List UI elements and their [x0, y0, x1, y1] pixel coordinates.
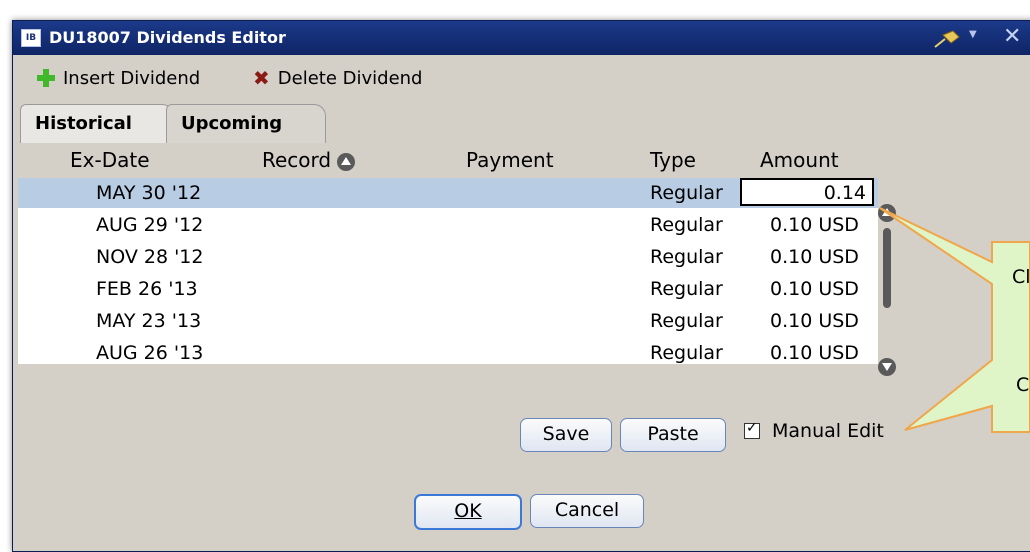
amount-edit-field[interactable]: 0.14: [740, 178, 874, 206]
window-title: DU18007 Dividends Editor: [49, 28, 286, 47]
table-row[interactable]: NOV 28 '12 Regular 0.10 USD: [18, 242, 878, 272]
ex-date-cell: NOV 28 '12: [96, 246, 204, 268]
table-row[interactable]: MAY 30 '12 Regular 0.14: [18, 178, 878, 208]
column-record-label: Record: [262, 148, 332, 172]
manual-edit-checkbox[interactable]: [744, 420, 760, 439]
ex-date-cell: FEB 26 '13: [96, 278, 198, 300]
pin-menu-arrow-icon[interactable]: ▼: [969, 29, 977, 40]
column-payment[interactable]: Payment: [466, 148, 554, 172]
ex-date-cell: AUG 26 '13: [96, 342, 204, 364]
column-record[interactable]: Record: [262, 148, 356, 172]
type-cell: Regular: [650, 214, 723, 236]
delete-x-icon: ✖: [253, 66, 270, 90]
amount-cell: 0.10 USD: [770, 310, 859, 332]
ex-date-cell: AUG 29 '12: [96, 214, 204, 236]
manual-edit-label: Manual Edit: [772, 420, 884, 442]
delete-dividend-label: Delete Dividend: [277, 67, 423, 89]
insert-dividend-label: Insert Dividend: [63, 67, 201, 89]
tab-upcoming[interactable]: Upcoming: [166, 104, 326, 143]
type-cell: Regular: [650, 246, 723, 268]
type-cell: Regular: [650, 182, 723, 204]
column-type[interactable]: Type: [650, 148, 696, 172]
type-cell: Regular: [650, 310, 723, 332]
scroll-up-icon[interactable]: [878, 204, 896, 222]
callout-text-line1: Cl: [1012, 266, 1030, 288]
table-scrollbar[interactable]: [878, 204, 896, 376]
column-amount[interactable]: Amount: [760, 148, 839, 172]
amount-cell: 0.10 USD: [770, 278, 859, 300]
plus-icon: [37, 69, 55, 87]
cancel-button[interactable]: Cancel: [530, 494, 644, 528]
amount-cell: 0.10 USD: [770, 246, 859, 268]
table-row[interactable]: AUG 29 '12 Regular 0.10 USD: [18, 210, 878, 240]
table-row[interactable]: FEB 26 '13 Regular 0.10 USD: [18, 274, 878, 304]
ex-date-cell: MAY 23 '13: [96, 310, 202, 332]
close-icon[interactable]: ✕: [1003, 24, 1021, 49]
app-logo-icon: IB: [21, 29, 41, 47]
scroll-thumb[interactable]: [883, 228, 891, 308]
delete-dividend-button[interactable]: ✖ Delete Dividend: [253, 66, 423, 90]
title-bar[interactable]: IB DU18007 Dividends Editor ▼ ✕: [13, 21, 1030, 55]
cancel-button-label: Cancel: [554, 499, 620, 521]
ex-date-cell: MAY 30 '12: [96, 182, 202, 204]
table-row[interactable]: MAY 23 '13 Regular 0.10 USD: [18, 306, 878, 336]
sort-ascending-icon: [337, 152, 356, 171]
toolbar: Insert Dividend ✖ Delete Dividend: [13, 55, 1030, 95]
table-row[interactable]: AUG 26 '13 Regular 0.10 USD: [18, 338, 878, 364]
manual-edit-toggle[interactable]: Manual Edit: [744, 420, 884, 442]
pin-icon[interactable]: [933, 27, 963, 49]
amount-cell: 0.10 USD: [770, 214, 859, 236]
paste-button[interactable]: Paste: [620, 418, 726, 452]
callout-text-line2: C: [1016, 374, 1030, 396]
type-cell: Regular: [650, 342, 723, 364]
column-ex-date[interactable]: Ex-Date: [70, 148, 150, 172]
ok-button-label: OK: [454, 500, 482, 522]
amount-cell: 0.10 USD: [770, 342, 859, 364]
ok-button[interactable]: OK: [414, 494, 522, 530]
type-cell: Regular: [650, 278, 723, 300]
dividends-table: Ex-Date Record Payment Type Amount MAY 3…: [18, 144, 878, 364]
insert-dividend-button[interactable]: Insert Dividend: [37, 67, 200, 89]
tab-historical[interactable]: Historical: [20, 104, 174, 143]
save-button[interactable]: Save: [520, 418, 612, 452]
scroll-down-icon[interactable]: [878, 358, 896, 376]
table-header: Ex-Date Record Payment Type Amount: [18, 144, 878, 178]
